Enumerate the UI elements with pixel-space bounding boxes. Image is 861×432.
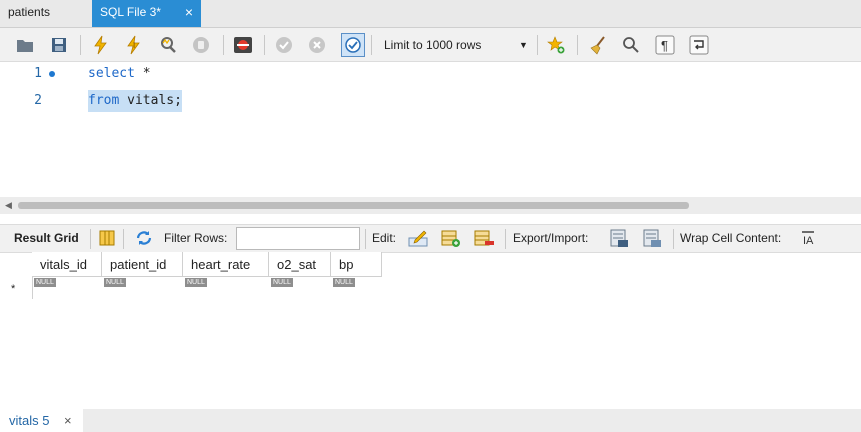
open-folder-icon[interactable] <box>15 35 35 55</box>
result-toolbar: Result Grid Filter Rows: Edit: Export/Im… <box>0 224 861 253</box>
execute-current-statement-icon[interactable]: I <box>124 35 144 55</box>
stop-hand-icon[interactable] <box>191 35 211 55</box>
beautify-broom-icon[interactable] <box>588 35 608 55</box>
null-cell[interactable]: NULL <box>271 278 293 287</box>
sql-editor[interactable]: 1 select * 2 from vitals; <box>0 62 861 195</box>
wrap-cell-toggle-icon[interactable]: IA <box>800 230 816 246</box>
invisible-chars-pilcrow-icon[interactable]: ¶ <box>655 35 675 55</box>
grid-columns-icon[interactable] <box>97 228 117 248</box>
refresh-arrows-icon[interactable] <box>134 228 154 248</box>
editor-tab-bar: patients SQL File 3* × <box>0 0 861 28</box>
tab-patients[interactable]: patients <box>0 0 98 27</box>
toolbar-separator <box>577 35 578 55</box>
explain-magnifier-icon[interactable] <box>158 35 178 55</box>
close-tab-icon[interactable]: × <box>185 0 193 25</box>
tab-sql-file-3-label: SQL File 3* <box>100 5 161 19</box>
column-header-bp[interactable]: bp <box>331 252 382 277</box>
toolbar-separator <box>123 229 124 249</box>
export-import-label: Export/Import: <box>513 231 589 245</box>
column-header-patient-id[interactable]: patient_id <box>102 252 183 277</box>
column-header-o2-sat[interactable]: o2_sat <box>269 252 331 277</box>
toolbar-separator <box>505 229 506 249</box>
tab-sql-file-3[interactable]: SQL File 3* × <box>92 0 201 27</box>
autocommit-toggle-icon[interactable] <box>341 33 365 57</box>
delete-row-icon[interactable] <box>473 228 495 248</box>
null-cell[interactable]: NULL <box>185 278 207 287</box>
scrollbar-thumb[interactable] <box>18 202 689 209</box>
insert-row-icon[interactable] <box>440 228 462 248</box>
edit-row-pencil-icon[interactable] <box>407 228 429 248</box>
result-tab-label: vitals 5 <box>9 413 50 428</box>
column-header-heart-rate[interactable]: heart_rate <box>183 252 269 277</box>
export-icon[interactable] <box>608 228 630 248</box>
toolbar-separator <box>537 35 538 55</box>
execute-lightning-icon[interactable] <box>91 35 111 55</box>
find-magnifier-icon[interactable] <box>621 35 641 55</box>
scroll-left-icon[interactable]: ◀ <box>5 200 12 211</box>
import-icon[interactable] <box>641 228 663 248</box>
svg-text:IA: IA <box>803 235 814 246</box>
toolbar-separator <box>371 35 372 55</box>
code-text-selected: from vitals; <box>88 90 182 112</box>
sql-editor-toolbar: I Limit to 1000 rows ▼ ¶ <box>0 28 861 62</box>
dropdown-arrow-icon: ▼ <box>519 40 528 50</box>
editor-horizontal-scrollbar[interactable]: ◀ <box>0 197 861 214</box>
toolbar-separator <box>365 229 366 249</box>
commit-check-icon[interactable] <box>274 35 294 55</box>
limit-rows-label: Limit to 1000 rows <box>384 38 482 52</box>
sql-text: vitals; <box>119 93 182 108</box>
result-tab-vitals-5[interactable]: vitals 5 × <box>0 409 83 432</box>
filter-rows-label: Filter Rows: <box>164 231 228 245</box>
svg-text:¶: ¶ <box>661 38 668 53</box>
null-cell[interactable]: NULL <box>104 278 126 287</box>
null-cell[interactable]: NULL <box>34 278 56 287</box>
row-header-column: * <box>0 252 33 299</box>
save-icon[interactable] <box>49 35 69 55</box>
result-tabs-bar: vitals 5 × <box>0 409 861 432</box>
close-result-tab-icon[interactable]: × <box>64 409 72 432</box>
editor-line-1: 1 select * <box>0 63 861 85</box>
toolbar-separator <box>223 35 224 55</box>
sql-keyword: from <box>88 93 120 108</box>
toolbar-separator <box>90 229 91 249</box>
column-header-vitals-id[interactable]: vitals_id <box>32 252 102 277</box>
line-number: 1 <box>34 66 42 81</box>
add-snippet-star-icon[interactable] <box>546 35 566 55</box>
line-number: 2 <box>34 93 42 108</box>
toolbar-separator <box>673 229 674 249</box>
rollback-x-icon[interactable] <box>307 35 327 55</box>
result-grid-tab[interactable]: Result Grid <box>14 225 79 252</box>
toolbar-separator <box>80 35 81 55</box>
code-text: select * <box>88 63 151 85</box>
new-row-marker: * <box>11 283 16 295</box>
editor-line-2: 2 from vitals; <box>0 90 861 112</box>
limit-rows-select[interactable]: Limit to 1000 rows ▼ <box>376 35 530 55</box>
filter-rows-input[interactable] <box>236 227 360 250</box>
statement-marker-icon <box>49 71 55 77</box>
wrap-cell-content-label: Wrap Cell Content: <box>680 231 782 245</box>
null-cell[interactable]: NULL <box>333 278 355 287</box>
sql-text: * <box>134 66 151 81</box>
wrap-lines-icon[interactable] <box>689 35 709 55</box>
toggle-continue-on-error-icon[interactable] <box>233 35 253 55</box>
edit-label: Edit: <box>372 231 397 245</box>
sql-keyword: select <box>88 66 135 81</box>
toolbar-separator <box>264 35 265 55</box>
svg-text:I: I <box>133 41 135 50</box>
